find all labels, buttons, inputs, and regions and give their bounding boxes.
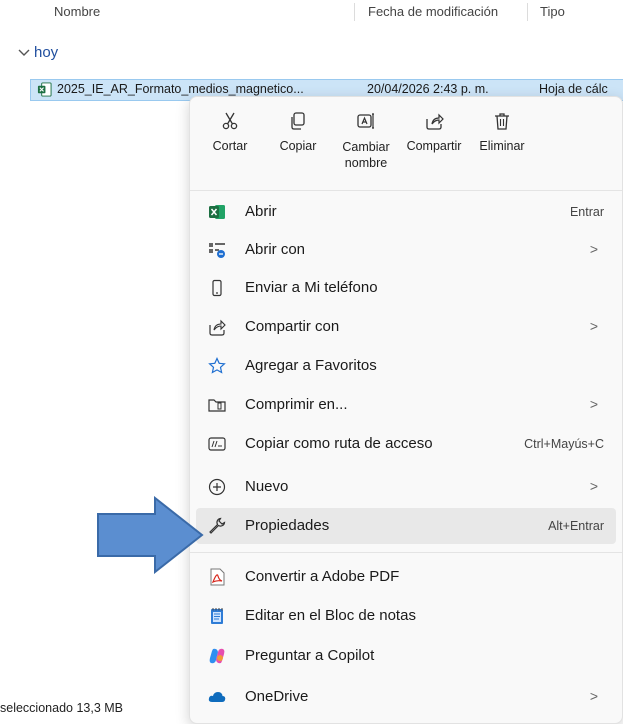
share-icon [208,318,226,336]
menu-item-compress[interactable]: Comprimir en... > [196,387,616,423]
star-icon [208,357,226,375]
excel-icon [208,203,226,221]
cut-label: Cortar [212,139,248,153]
chevron-right-icon: > [589,478,598,494]
menu-item-add-favorites[interactable]: Agregar a Favoritos [196,348,616,384]
menu-item-share-with[interactable]: Compartir con > [196,309,616,345]
rename-button[interactable]: Cambiar nombre [334,111,398,171]
menu-item-send-to-phone[interactable]: Enviar a Mi teléfono [196,270,616,306]
menu-divider [190,552,622,553]
trash-icon [470,111,534,133]
copy-button[interactable]: Copiar [266,111,330,153]
menu-item-label: Abrir con [245,241,306,258]
menu-item-label: Comprimir en... [245,396,348,413]
file-date: 20/04/2026 2:43 p. m. [367,82,489,96]
wrench-icon [208,517,226,535]
menu-item-properties[interactable]: Propiedades Alt+Entrar [196,508,616,544]
excel-file-icon [37,82,52,97]
menu-item-copy-path[interactable]: Copiar como ruta de acceso Ctrl+Mayús+C [196,426,616,462]
context-menu: Cortar Copiar Cambiar nombre Compartir E… [189,96,623,724]
shortcut-text: Alt+Entrar [548,519,604,533]
rename-label: Cambiar nombre [342,140,390,170]
cut-button[interactable]: Cortar [198,111,262,153]
group-label: hoy [34,44,59,61]
zip-folder-icon [208,396,226,414]
chevron-right-icon: > [589,688,598,704]
menu-item-onedrive[interactable]: OneDrive > [196,679,616,715]
rename-icon [334,111,398,133]
menu-item-label: Editar en el Bloc de notas [245,607,416,624]
menu-item-label: Abrir [245,203,277,220]
menu-item-label: Enviar a Mi teléfono [245,279,378,296]
column-name[interactable]: Nombre [54,4,100,19]
phone-icon [208,279,226,297]
share-label: Compartir [406,139,462,153]
column-type[interactable]: Tipo [540,4,565,19]
menu-item-ask-copilot[interactable]: Preguntar a Copilot [196,638,616,674]
adobe-pdf-icon [208,568,226,586]
menu-divider [190,190,622,191]
copy-icon [266,111,330,133]
chevron-down-icon [18,46,30,60]
copilot-icon [208,647,226,665]
status-bar-text: seleccionado 13,3 MB [0,701,123,715]
menu-item-edit-notepad[interactable]: Editar en el Bloc de notas [196,598,616,634]
menu-item-label: Propiedades [245,517,330,534]
shortcut-text: Ctrl+Mayús+C [524,437,604,451]
menu-item-label: OneDrive [245,688,309,705]
menu-item-label: Nuevo [245,478,289,495]
path-icon [208,435,226,453]
menu-item-convert-pdf[interactable]: Convertir a Adobe PDF [196,559,616,595]
chevron-right-icon: > [589,318,598,334]
file-type: Hoja de cálc [539,82,608,96]
delete-label: Eliminar [479,139,525,153]
scissors-icon [198,111,262,133]
onedrive-icon [208,688,226,706]
share-icon [402,111,466,133]
menu-item-new[interactable]: Nuevo > [196,469,616,505]
column-separator[interactable] [527,3,528,21]
menu-item-label: Preguntar a Copilot [245,647,375,664]
chevron-right-icon: > [589,241,598,257]
menu-item-open[interactable]: Abrir Entrar [196,194,616,230]
column-separator[interactable] [354,3,355,21]
menu-item-open-with[interactable]: Abrir con > [196,232,616,268]
column-modified[interactable]: Fecha de modificación [368,4,498,19]
annotation-arrow [97,496,204,574]
menu-item-label: Convertir a Adobe PDF [245,568,400,585]
open-with-icon [208,241,226,259]
share-button[interactable]: Compartir [402,111,466,153]
chevron-right-icon: > [589,396,598,412]
menu-item-label: Compartir con [245,318,340,335]
delete-button[interactable]: Eliminar [470,111,534,153]
shortcut-text: Entrar [569,205,604,219]
menu-item-label: Agregar a Favoritos [245,357,377,374]
copy-label: Copiar [279,139,317,153]
notepad-icon [208,607,226,625]
plus-circle-icon [208,478,226,496]
column-header: Nombre Fecha de modificación Tipo [0,0,623,26]
file-name: 2025_IE_AR_Formato_medios_magnetico... [57,82,304,96]
group-header-today[interactable]: hoy [18,44,58,61]
menu-item-label: Copiar como ruta de acceso [245,435,433,452]
